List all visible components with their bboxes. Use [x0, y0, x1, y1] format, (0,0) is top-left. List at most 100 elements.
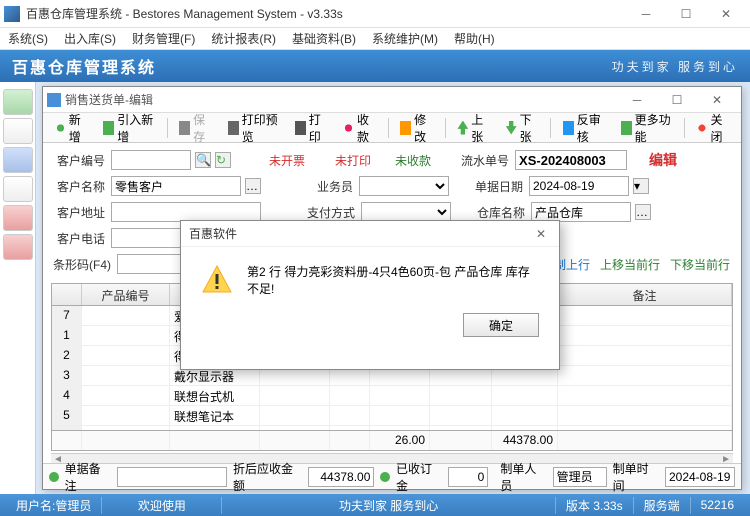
sb-slogan: 功夫到家 服务到心 [222, 497, 556, 514]
window-title: 百惠仓库管理系统 - Bestores Management System - … [26, 5, 626, 22]
recv-input[interactable] [308, 467, 374, 487]
table-footer: 26.00 44378.00 [52, 430, 732, 450]
more-button[interactable]: 更多功能 [615, 108, 678, 148]
menu-basedata[interactable]: 基础资料(B) [288, 28, 360, 49]
banner-title: 百惠仓库管理系统 [12, 54, 156, 78]
banner: 百惠仓库管理系统 功夫到家 服务到心 [0, 50, 750, 82]
menu-report[interactable]: 统计报表(R) [207, 28, 280, 49]
serial-input[interactable] [515, 150, 627, 170]
maketime-input [665, 467, 735, 487]
move-up-link[interactable]: 上移当前行 [597, 256, 663, 273]
toolbar: 新增 引入新增 保存 打印预览 打印 收款 修改 上张 下张 反审核 更多功能 … [43, 113, 741, 143]
refresh-icon[interactable]: ↻ [215, 152, 231, 168]
up-icon [457, 121, 468, 135]
down-icon [506, 121, 517, 135]
leftbar-btn-4[interactable] [3, 176, 33, 202]
menu-system[interactable]: 系统(S) [4, 28, 52, 49]
paid-input[interactable] [448, 467, 488, 487]
menu-maint[interactable]: 系统维护(M) [368, 28, 442, 49]
foot-amount: 44378.00 [492, 431, 558, 450]
sales-label: 业务员 [309, 178, 355, 195]
prev-button[interactable]: 上张 [451, 108, 495, 148]
dialog-title: 百惠软件 [189, 225, 531, 242]
table-row[interactable]: 4联想台式机 [52, 386, 732, 406]
leftbar-btn-6[interactable] [3, 234, 33, 260]
anti-button[interactable]: 反审核 [557, 108, 611, 148]
save-button[interactable]: 保存 [173, 108, 217, 148]
cust-more-icon[interactable]: … [245, 178, 261, 194]
note-input[interactable] [117, 467, 227, 487]
pay-icon [343, 121, 354, 135]
print-button[interactable]: 打印 [289, 108, 333, 148]
paytype-select[interactable] [361, 202, 451, 222]
th-code[interactable]: 产品编号 [82, 284, 170, 305]
dialog-titlebar: 百惠软件 ✕ [181, 221, 559, 247]
note-label: 单据备注 [65, 460, 111, 494]
print-icon [295, 121, 306, 135]
serial-label: 流水单号 [455, 152, 511, 169]
pay-button[interactable]: 收款 [337, 108, 381, 148]
maketime-label: 制单时间 [613, 460, 659, 494]
import-icon [103, 121, 114, 135]
alert-dialog: 百惠软件 ✕ 第2 行 得力亮彩资料册-4只4色60页-包 产品仓库 库存不足!… [180, 220, 560, 370]
maker-label: 制单人员 [500, 460, 546, 494]
date-input[interactable] [529, 176, 629, 196]
dialog-message: 第2 行 得力亮彩资料册-4只4色60页-包 产品仓库 库存不足! [247, 263, 539, 297]
cust-name-label: 客户名称 [51, 178, 107, 195]
th-note[interactable]: 备注 [558, 284, 732, 305]
preview-button[interactable]: 打印预览 [222, 108, 285, 148]
minimize-button[interactable]: ─ [626, 2, 666, 26]
statusbar: 用户名:管理员 欢迎使用 功夫到家 服务到心 版本 3.33s 服务端 5221… [0, 494, 750, 516]
warning-icon [201, 264, 233, 296]
barcode-label: 条形码(F4) [51, 256, 113, 273]
sb-ver: 3.33s [593, 499, 622, 513]
wh-more-icon[interactable]: … [635, 204, 651, 220]
move-down-link[interactable]: 下移当前行 [667, 256, 733, 273]
foot-qty: 26.00 [370, 431, 430, 450]
child-icon [47, 93, 61, 107]
cust-addr-input[interactable] [111, 202, 261, 222]
sales-select[interactable] [359, 176, 449, 196]
sb-user: 管理员 [55, 499, 91, 513]
cust-name-input[interactable] [111, 176, 241, 196]
edit-button[interactable]: 修改 [394, 108, 438, 148]
table-row[interactable]: 5联想笔记本 [52, 406, 732, 426]
menu-help[interactable]: 帮助(H) [450, 28, 499, 49]
leftbar-btn-1[interactable] [3, 89, 33, 115]
paytype-label: 支付方式 [301, 204, 357, 221]
addref-button[interactable]: 引入新增 [97, 108, 160, 148]
menu-finance[interactable]: 财务管理(F) [128, 28, 199, 49]
close-tb-button[interactable]: 关闭 [691, 108, 735, 148]
dialog-close-button[interactable]: ✕ [531, 224, 551, 244]
leftbar-btn-5[interactable] [3, 205, 33, 231]
leftbar-btn-3[interactable] [3, 147, 33, 173]
main-titlebar: 百惠仓库管理系统 - Bestores Management System - … [0, 0, 750, 28]
edit-icon [400, 121, 411, 135]
calendar-icon[interactable]: ▾ [633, 178, 649, 194]
sb-count: 52216 [691, 498, 744, 512]
maker-input [553, 467, 607, 487]
cust-code-input[interactable] [111, 150, 191, 170]
sb-term: 服务端 [634, 497, 691, 514]
dialog-ok-button[interactable]: 确定 [463, 313, 539, 337]
close-button[interactable]: ✕ [706, 2, 746, 26]
maximize-button[interactable]: ☐ [666, 2, 706, 26]
sb-welcome: 欢迎使用 [102, 497, 222, 514]
app-icon [4, 6, 20, 22]
add-button[interactable]: 新增 [49, 108, 93, 148]
wh-input[interactable] [531, 202, 631, 222]
status-print: 未打印 [335, 152, 371, 169]
lookup-icon[interactable]: 🔍 [195, 152, 211, 168]
left-toolbar [0, 82, 36, 494]
add-icon [55, 121, 66, 135]
table-row[interactable]: 6记事本A5/70页个10.0099.00990.00 [52, 426, 732, 430]
leftbar-btn-2[interactable] [3, 118, 33, 144]
anti-icon [563, 121, 574, 135]
recv-label: 折后应收金额 [233, 460, 302, 494]
bottom-bar: 单据备注 折后应收金额 已收订金 制单人员 制单时间 [43, 463, 741, 489]
close-icon [697, 121, 708, 135]
more-icon [621, 121, 632, 135]
menu-inout[interactable]: 出入库(S) [60, 28, 120, 49]
next-button[interactable]: 下张 [500, 108, 544, 148]
paid-label: 已收订金 [396, 460, 442, 494]
